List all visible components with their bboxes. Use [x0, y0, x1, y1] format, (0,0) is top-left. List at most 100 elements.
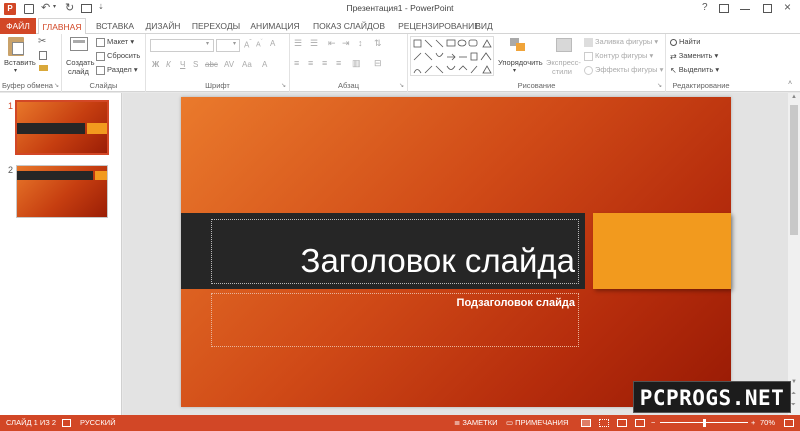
tab-design[interactable]: ДИЗАЙН [141, 18, 185, 34]
paste-dropdown-icon[interactable]: ▾ [14, 67, 17, 74]
shadow-icon[interactable]: S [193, 60, 198, 69]
paste-button[interactable]: Вставить [4, 58, 36, 67]
underline-icon[interactable]: Ч [180, 60, 185, 69]
decrease-indent-icon[interactable]: ⇤ [328, 38, 336, 49]
tab-slideshow[interactable]: ПОКАЗ СЛАЙДОВ [308, 18, 390, 34]
numbering-icon[interactable]: ☰ [310, 38, 318, 49]
font-size-dropdown-icon[interactable]: ▾ [233, 40, 236, 47]
cut-icon[interactable]: ✂ [38, 36, 46, 47]
increase-indent-icon[interactable]: ⇥ [342, 38, 350, 49]
arrange-button[interactable]: Упорядочить [498, 58, 543, 67]
zoom-out-button[interactable]: − [651, 415, 655, 431]
slideshow-view-icon[interactable] [635, 419, 645, 427]
format-painter-icon[interactable] [39, 65, 48, 71]
shape-outline-button[interactable]: Контур фигуры ▾ [584, 51, 653, 61]
notes-button[interactable]: ≣ ЗАМЕТКИ [454, 415, 498, 431]
quick-styles-button[interactable]: Экспресс- [546, 58, 581, 67]
help-icon[interactable]: ? [702, 2, 708, 13]
text-direction-icon[interactable]: ⇅ [374, 38, 382, 49]
group-slides: Создать слайд Макет ▾ Сбросить Раздел ▾ … [62, 34, 146, 92]
slide-sorter-icon[interactable] [599, 419, 609, 427]
maximize-icon[interactable] [763, 4, 772, 13]
zoom-level[interactable]: 70% [760, 415, 775, 431]
prev-slide-icon[interactable]: ⏶ [791, 391, 796, 398]
title-bar: P ↶ ▾ ↻ ⇣ Презентация1 - PowerPoint ? × [0, 0, 800, 18]
new-slide-icon[interactable] [70, 37, 88, 51]
quick-styles-button-line2[interactable]: стили [552, 67, 572, 76]
align-right-icon[interactable]: ≡ [322, 58, 327, 68]
reading-view-icon[interactable] [617, 419, 627, 427]
bullets-icon[interactable]: ☰ [294, 38, 302, 49]
font-name-select[interactable] [150, 39, 214, 52]
spellcheck-icon[interactable] [62, 419, 71, 427]
line-spacing-icon[interactable]: ↕ [358, 38, 363, 48]
slide-thumbnails-pane: 1 2 [0, 93, 122, 415]
arrange-icon[interactable] [510, 38, 526, 52]
normal-view-icon[interactable] [581, 419, 591, 427]
align-center-icon[interactable]: ≡ [308, 58, 313, 68]
vertical-scrollbar[interactable]: ▲ ▼ ⏶ ⏷ [788, 93, 800, 415]
shape-fill-button[interactable]: Заливка фигуры ▾ [584, 37, 658, 47]
drawing-launcher-icon[interactable]: ↘ [657, 82, 662, 89]
thumbnail-title-band [17, 171, 93, 180]
paste-icon[interactable] [8, 37, 24, 56]
font-color-icon[interactable]: A [262, 60, 267, 69]
bold-icon[interactable]: Ж [152, 60, 159, 69]
zoom-in-button[interactable]: + [751, 415, 755, 431]
section-button[interactable]: Раздел ▾ [96, 65, 138, 75]
find-button[interactable]: Найти [670, 37, 700, 46]
minimize-icon[interactable] [740, 9, 750, 10]
grow-font-icon[interactable]: Aˆ [244, 39, 252, 50]
scroll-down-icon[interactable]: ▼ [791, 379, 797, 385]
align-left-icon[interactable]: ≡ [294, 58, 299, 68]
fit-slide-icon[interactable] [784, 419, 794, 427]
quick-styles-icon[interactable] [556, 38, 572, 52]
font-launcher-icon[interactable]: ↘ [281, 82, 286, 89]
group-font: ▾ ▾ Aˆ Aˇ A Ж К Ч S abc AV Aa A Шрифт ↘ [146, 34, 290, 92]
shapes-gallery[interactable] [410, 36, 494, 76]
char-spacing-icon[interactable]: AV [224, 60, 234, 69]
strikethrough-icon[interactable]: abc [205, 60, 218, 69]
clipboard-launcher-icon[interactable]: ↘ [54, 82, 59, 89]
new-slide-button[interactable]: Создать [66, 58, 95, 67]
columns-icon[interactable]: ▥ [352, 58, 361, 69]
collapse-ribbon-icon[interactable]: ˄ [788, 80, 792, 87]
justify-icon[interactable]: ≡ [336, 58, 341, 68]
shape-effects-button[interactable]: Эффекты фигуры ▾ [584, 65, 663, 75]
copy-icon[interactable] [39, 51, 47, 60]
thumbnail-slide-2[interactable] [16, 165, 108, 218]
tab-view[interactable]: ВИД [472, 18, 496, 34]
new-slide-button-line2[interactable]: слайд [68, 67, 89, 76]
tab-transitions[interactable]: ПЕРЕХОДЫ [190, 18, 242, 34]
font-size-select[interactable] [216, 39, 240, 52]
comments-button[interactable]: ▭ ПРИМЕЧАНИЯ [506, 415, 568, 431]
next-slide-icon[interactable]: ⏷ [791, 402, 796, 409]
tab-animations[interactable]: АНИМАЦИЯ [246, 18, 304, 34]
align-text-icon[interactable]: ⊟ [374, 58, 382, 69]
shrink-font-icon[interactable]: Aˇ [256, 39, 263, 48]
title-placeholder[interactable]: Заголовок слайда [211, 219, 579, 284]
shape-outline-label: Контур фигуры [595, 51, 648, 60]
italic-icon[interactable]: К [166, 60, 171, 69]
font-name-dropdown-icon[interactable]: ▾ [206, 40, 209, 47]
zoom-slider-thumb[interactable] [703, 419, 706, 427]
subtitle-placeholder[interactable]: Подзаголовок слайда [211, 293, 579, 347]
paragraph-launcher-icon[interactable]: ↘ [399, 82, 404, 89]
scroll-thumb[interactable] [790, 105, 798, 235]
language-indicator[interactable]: РУССКИЙ [80, 415, 116, 431]
tab-home[interactable]: ГЛАВНАЯ [38, 18, 86, 35]
close-icon[interactable]: × [784, 0, 791, 14]
reset-button[interactable]: Сбросить [96, 51, 140, 61]
slide-canvas[interactable]: Заголовок слайда Подзаголовок слайда [181, 97, 731, 407]
tab-insert[interactable]: ВСТАВКА [90, 18, 140, 34]
layout-button[interactable]: Макет ▾ [96, 37, 134, 47]
scroll-up-icon[interactable]: ▲ [791, 94, 797, 100]
ribbon-display-icon[interactable] [719, 4, 729, 13]
tab-file[interactable]: ФАЙЛ [0, 18, 36, 34]
replace-button[interactable]: ⇄ Заменить ▾ [670, 51, 718, 61]
arrange-dropdown-icon[interactable]: ▾ [513, 67, 516, 74]
thumbnail-slide-1[interactable] [15, 100, 109, 155]
clear-format-icon[interactable]: A [270, 39, 275, 48]
change-case-icon[interactable]: Aa [242, 60, 252, 69]
select-button[interactable]: ↖ Выделить ▾ [670, 65, 719, 75]
